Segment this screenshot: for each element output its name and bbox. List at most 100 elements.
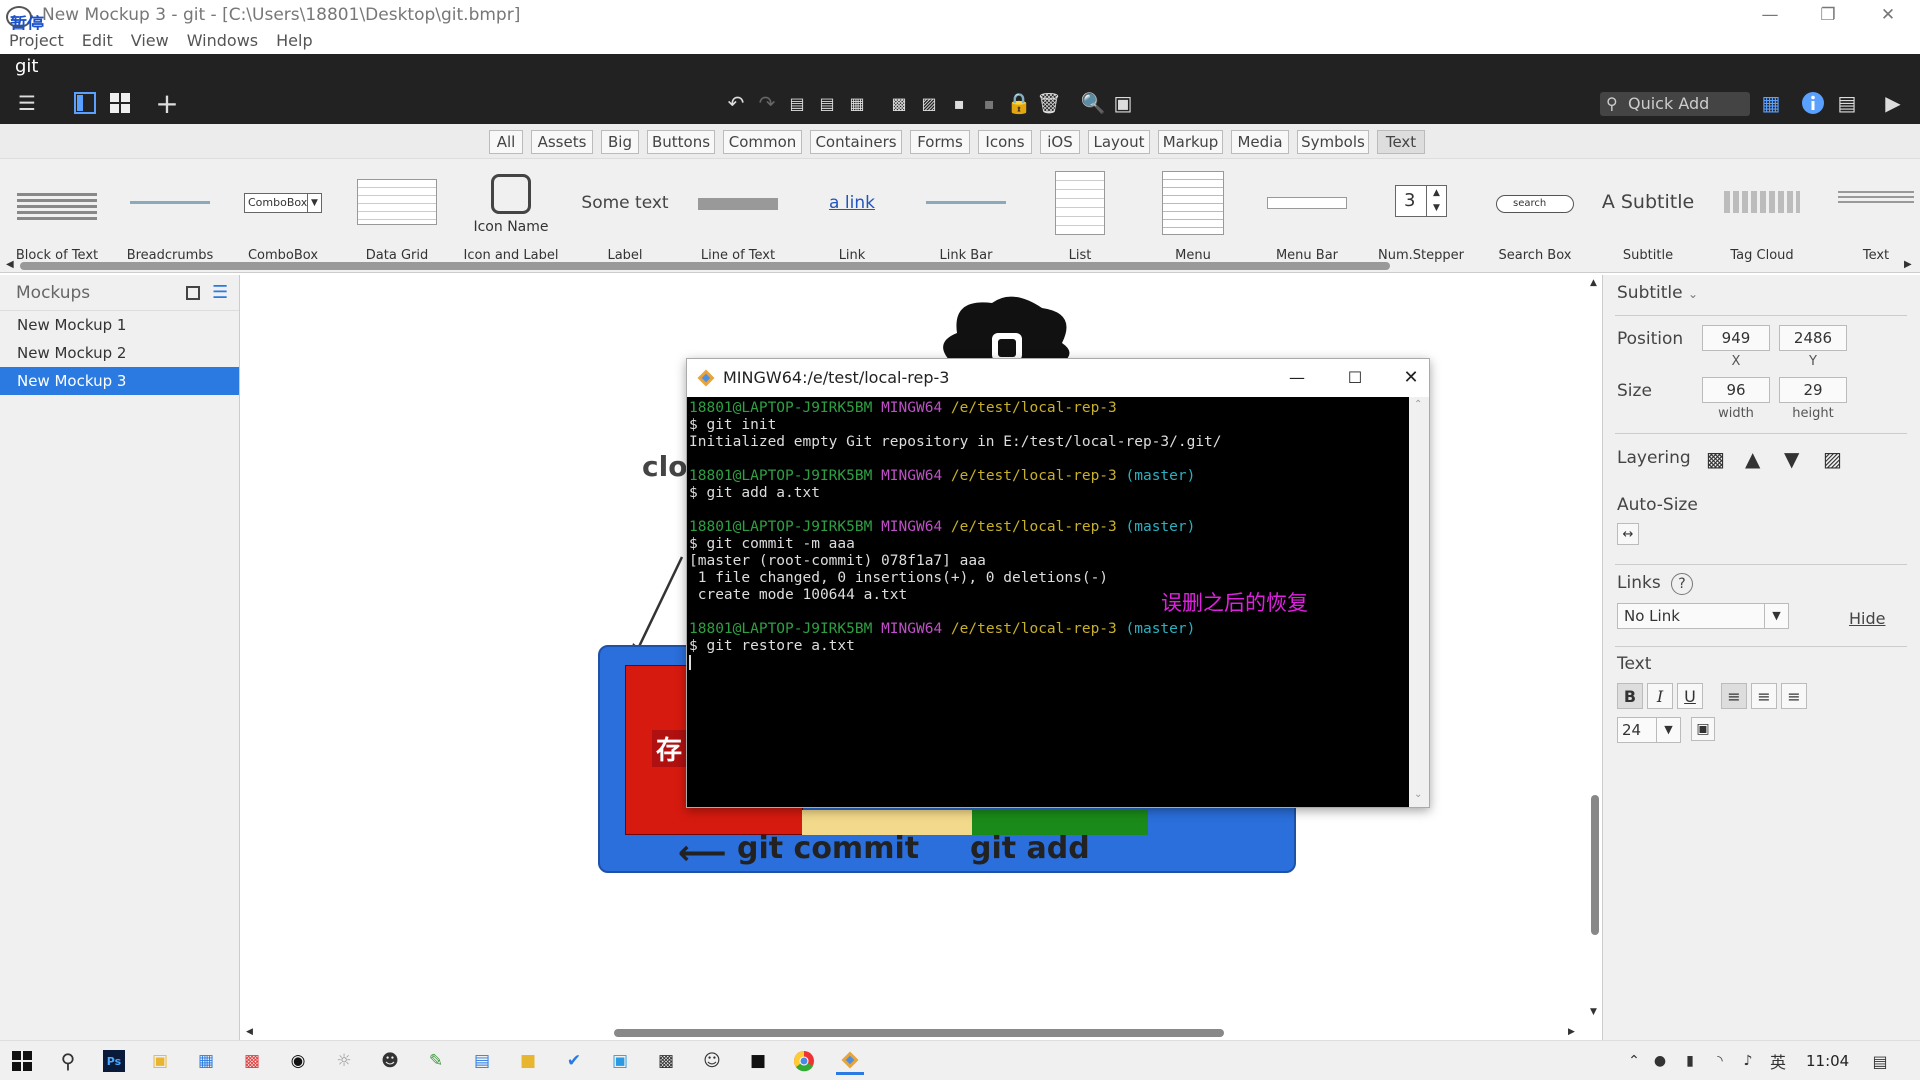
mockup-item-3[interactable]: New Mockup 3 bbox=[0, 367, 239, 395]
wifi-icon[interactable]: ◝ bbox=[1706, 1047, 1734, 1075]
component-type-dropdown[interactable]: Subtitle ⌄ bbox=[1617, 283, 1698, 303]
windows-start-icon[interactable] bbox=[8, 1047, 36, 1075]
app-icon[interactable]: ■ bbox=[514, 1047, 542, 1075]
terminal-close-button[interactable]: ✕ bbox=[1391, 359, 1431, 397]
scroll-right-icon[interactable]: ▶ bbox=[1568, 1027, 1575, 1037]
menu-project[interactable]: Project bbox=[0, 30, 73, 52]
library-scrollbar[interactable] bbox=[20, 262, 1390, 270]
app-icon[interactable]: ▣ bbox=[606, 1047, 634, 1075]
filter-symbols[interactable]: Symbols bbox=[1297, 130, 1369, 154]
filter-markup[interactable]: Markup bbox=[1158, 130, 1223, 154]
filter-icons[interactable]: Icons bbox=[978, 130, 1032, 154]
copy-icon[interactable]: ▤ bbox=[814, 90, 840, 116]
fullscreen-icon[interactable]: ▣ bbox=[1110, 90, 1136, 116]
lib-combobox[interactable]: ComboBox ▼ ComboBox bbox=[228, 159, 338, 263]
autosize-icon[interactable]: ↔ bbox=[1617, 523, 1639, 545]
app-icon[interactable]: ☻ bbox=[376, 1047, 404, 1075]
lib-subtitle[interactable]: A Subtitle Subtitle bbox=[1593, 159, 1703, 263]
link-select[interactable]: No Link ▼ bbox=[1617, 603, 1789, 629]
intellij-icon[interactable]: ■ bbox=[744, 1047, 772, 1075]
photoshop-icon[interactable]: Ps bbox=[100, 1047, 128, 1075]
lib-search-box[interactable]: search Search Box bbox=[1480, 159, 1590, 263]
app-icon[interactable]: ✔ bbox=[560, 1047, 588, 1075]
lock-icon[interactable]: 🔒 bbox=[1006, 90, 1032, 116]
lib-breadcrumbs[interactable]: Breadcrumbs bbox=[115, 159, 225, 263]
lib-tag-cloud[interactable]: Tag Cloud bbox=[1707, 159, 1817, 263]
filter-text[interactable]: Text bbox=[1377, 130, 1425, 154]
ungroup-icon[interactable]: ▨ bbox=[916, 90, 942, 116]
bold-icon[interactable]: B bbox=[1617, 683, 1643, 709]
clock[interactable]: 11:04 bbox=[1806, 1052, 1849, 1070]
library-scroll-right-icon[interactable]: ▶ bbox=[1904, 259, 1912, 270]
scroll-up-icon[interactable]: ▲ bbox=[1590, 278, 1597, 288]
filter-layout[interactable]: Layout bbox=[1088, 130, 1150, 154]
app-icon[interactable]: ▩ bbox=[238, 1047, 266, 1075]
git-bash-taskbar-icon[interactable] bbox=[836, 1047, 864, 1075]
filter-ios[interactable]: iOS bbox=[1040, 130, 1080, 154]
lib-block-of-text[interactable]: Block of Text bbox=[2, 159, 112, 263]
search-icon[interactable]: ⚲ bbox=[54, 1047, 82, 1075]
lib-list[interactable]: List bbox=[1025, 159, 1135, 263]
terminal-scrollbar[interactable]: ⌃ ⌄ bbox=[1409, 397, 1429, 807]
grid-view-icon[interactable] bbox=[107, 90, 133, 116]
lib-line-of-text[interactable]: Line of Text bbox=[683, 159, 793, 263]
undo-icon[interactable]: ↶ bbox=[723, 90, 749, 116]
horizontal-scroll-thumb[interactable] bbox=[614, 1029, 1224, 1037]
minimize-button[interactable]: — bbox=[1742, 0, 1798, 30]
properties-icon[interactable]: ▤ bbox=[1834, 90, 1860, 116]
menu-edit[interactable]: Edit bbox=[73, 30, 122, 52]
filter-big[interactable]: Big bbox=[601, 130, 639, 154]
present-icon[interactable]: ▶ bbox=[1880, 90, 1906, 116]
scroll-left-icon[interactable]: ◀ bbox=[246, 1027, 253, 1037]
battery-icon[interactable]: ▮ bbox=[1676, 1047, 1704, 1075]
bring-forward-icon[interactable]: ▲ bbox=[1745, 447, 1760, 471]
terminal-window[interactable]: MINGW64:/e/test/local-rep-3 — ☐ ✕ 18801@… bbox=[686, 358, 1430, 808]
menu-view[interactable]: View bbox=[122, 30, 178, 52]
send-back-icon[interactable]: ▪ bbox=[976, 90, 1002, 116]
quick-add-input[interactable]: ⚲ Quick Add bbox=[1600, 92, 1750, 116]
scroll-up-icon[interactable]: ⌃ bbox=[1414, 399, 1422, 410]
app-icon[interactable]: ▤ bbox=[468, 1047, 496, 1075]
partial-heading[interactable]: clo bbox=[642, 450, 687, 483]
tray-chevron-icon[interactable]: ⌃ bbox=[1620, 1047, 1648, 1075]
vertical-scroll-thumb[interactable] bbox=[1591, 795, 1599, 935]
font-size-select[interactable]: 24 ▼ bbox=[1617, 717, 1681, 743]
trash-icon[interactable]: 🗑 bbox=[1036, 90, 1062, 116]
terminal-minimize-button[interactable]: — bbox=[1277, 359, 1317, 397]
lib-text[interactable]: Text bbox=[1821, 159, 1920, 263]
height-field[interactable]: 29 bbox=[1779, 377, 1847, 403]
app-icon[interactable]: ▦ bbox=[192, 1047, 220, 1075]
list-view-icon[interactable]: ☰ bbox=[212, 275, 228, 311]
lib-icon-and-label[interactable]: Icon Name Icon and Label bbox=[456, 159, 566, 263]
help-icon[interactable]: ? bbox=[1671, 573, 1693, 595]
filter-all[interactable]: All bbox=[489, 130, 523, 154]
filter-forms[interactable]: Forms bbox=[910, 130, 970, 154]
git-add-label[interactable]: git add bbox=[970, 831, 1090, 866]
document-tab[interactable]: git bbox=[0, 54, 1920, 82]
align-right-icon[interactable]: ≡ bbox=[1781, 683, 1807, 709]
app-icon[interactable]: ✎ bbox=[422, 1047, 450, 1075]
file-explorer-icon[interactable]: ▣ bbox=[146, 1047, 174, 1075]
align-left-icon[interactable]: ≡ bbox=[1721, 683, 1747, 709]
group-icon[interactable]: ▩ bbox=[886, 90, 912, 116]
canvas-horizontal-scrollbar[interactable]: ◀ ▶ bbox=[242, 1025, 1588, 1041]
filter-media[interactable]: Media bbox=[1231, 130, 1289, 154]
position-y-field[interactable]: 2486 bbox=[1779, 325, 1847, 351]
send-backward-icon[interactable]: ▼ bbox=[1784, 447, 1799, 471]
library-scroll-left-icon[interactable]: ◀ bbox=[6, 259, 14, 270]
maximize-button[interactable]: ❐ bbox=[1800, 0, 1856, 30]
thumbnail-view-icon[interactable] bbox=[186, 286, 200, 300]
info-icon[interactable] bbox=[1800, 90, 1826, 116]
scroll-down-icon[interactable]: ⌄ bbox=[1414, 789, 1422, 800]
lib-num-stepper[interactable]: 3 ▲ ▼ Num.Stepper bbox=[1366, 159, 1476, 263]
text-color-icon[interactable]: ▣ bbox=[1691, 717, 1715, 741]
lib-link-bar[interactable]: Link Bar bbox=[911, 159, 1021, 263]
underline-icon[interactable]: U bbox=[1677, 683, 1703, 709]
scroll-down-icon[interactable]: ▼ bbox=[1590, 1007, 1597, 1017]
find-icon[interactable]: 🔍 bbox=[1080, 90, 1106, 116]
paste-icon[interactable]: ▦ bbox=[844, 90, 870, 116]
microphone-icon[interactable]: ● bbox=[1646, 1047, 1674, 1075]
git-commit-label[interactable]: git commit bbox=[737, 831, 919, 866]
italic-icon[interactable]: I bbox=[1647, 683, 1673, 709]
single-view-icon[interactable] bbox=[72, 90, 98, 116]
